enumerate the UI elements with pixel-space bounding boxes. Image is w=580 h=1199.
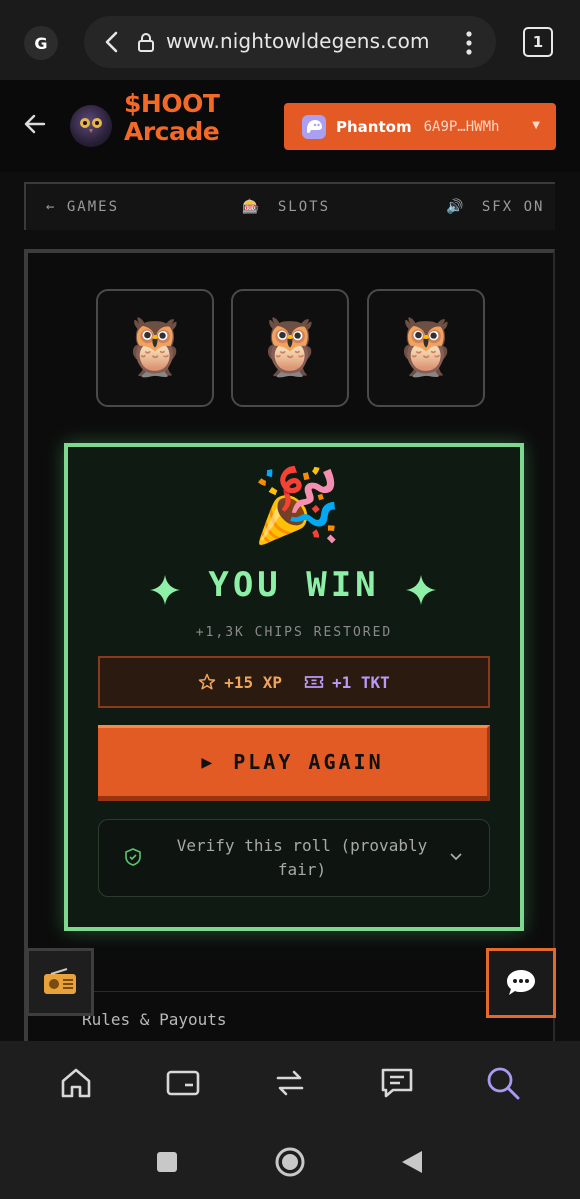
sfx-label: SFX ON	[481, 199, 545, 215]
chevron-down-icon: ▼	[532, 120, 540, 131]
ticket-reward: +1 TKT	[304, 673, 390, 692]
win-title: YOU WIN	[208, 565, 380, 605]
speaker-icon: 🔊	[446, 199, 464, 215]
shield-check-icon	[125, 848, 141, 866]
app-header: $HOOT Arcade Phantom 6A9P…HWMh ▼	[0, 80, 580, 172]
app-title-line1: $HOOT	[124, 89, 220, 118]
radio-icon	[44, 968, 76, 994]
sparkle-icon	[406, 575, 436, 605]
home-circle-icon[interactable]	[273, 1145, 307, 1179]
sfx-toggle[interactable]: 🔊 SFX ON	[446, 199, 544, 215]
party-popper-icon: 🎉	[252, 463, 342, 547]
url-text[interactable]: www.nightowldegens.com	[166, 29, 430, 53]
rules-payouts-label: Rules & Payouts	[82, 1010, 227, 1029]
swap-icon[interactable]	[272, 1065, 308, 1101]
rules-payouts-section[interactable]: Rules & Payouts	[28, 991, 553, 1045]
xp-reward-text: +15 XP	[224, 672, 282, 692]
wallet-button[interactable]: Phantom 6A9P…HWMh ▼	[284, 103, 556, 150]
slot-machine-panel: 🦉 🦉 🦉 🎉 YOU WIN +1,3K CHIPS RESTORED +15…	[24, 249, 555, 1041]
chevron-down-icon	[450, 853, 462, 861]
back-triangle-icon[interactable]	[400, 1149, 424, 1175]
owl-symbol: 🦉	[391, 315, 461, 380]
reel-2: 🦉	[231, 289, 349, 407]
win-subtitle: +1,3K CHIPS RESTORED	[195, 625, 393, 640]
chat-bubble-icon	[507, 970, 535, 995]
back-arrow-icon[interactable]	[24, 114, 46, 134]
search-icon[interactable]	[485, 1065, 521, 1101]
slots-label: SLOTS	[277, 199, 331, 215]
recents-icon[interactable]	[156, 1151, 178, 1173]
reel-3: 🦉	[367, 289, 485, 407]
app-title-line2: Arcade	[124, 117, 220, 146]
phantom-icon	[302, 114, 326, 139]
owl-symbol: 🦉	[255, 315, 325, 380]
wallet-name: Phantom	[336, 117, 412, 136]
profile-avatar[interactable]: G	[24, 26, 58, 60]
play-again-button[interactable]: ▶ PLAY AGAIN	[98, 725, 490, 801]
verify-roll-label: Verify this roll (provably fair)	[176, 836, 428, 879]
ticket-icon	[304, 676, 324, 688]
owl-symbol: 🦉	[120, 315, 190, 380]
home-icon[interactable]	[58, 1065, 94, 1101]
wallet-icon[interactable]	[165, 1065, 201, 1101]
slots-tab[interactable]: 🎰 SLOTS	[242, 199, 330, 215]
bottom-nav	[0, 1041, 580, 1135]
wallet-address: 6A9P…HWMh	[423, 118, 500, 135]
address-bar[interactable]: www.nightowldegens.com	[84, 16, 496, 68]
lock-icon[interactable]	[136, 31, 156, 53]
owl-logo	[70, 105, 112, 147]
verify-roll-toggle[interactable]: Verify this roll (provably fair)	[98, 819, 490, 897]
xp-reward: +15 XP	[198, 673, 282, 692]
app-title: $HOOT Arcade	[124, 89, 220, 146]
slot-machine-icon: 🎰	[242, 199, 260, 215]
tab-switcher-button[interactable]: 1	[523, 27, 553, 57]
radio-music-button[interactable]	[26, 948, 94, 1016]
back-icon[interactable]	[102, 30, 122, 54]
win-result-card: 🎉 YOU WIN +1,3K CHIPS RESTORED +15 XP +1…	[64, 443, 524, 931]
browser-toolbar: G www.nightowldegens.com 1	[0, 0, 580, 80]
ticket-reward-text: +1 TKT	[332, 672, 390, 692]
rewards-strip: +15 XP +1 TKT	[98, 656, 490, 708]
system-nav-bar	[0, 1135, 580, 1199]
games-back-link[interactable]: ← GAMES	[46, 199, 119, 215]
star-icon	[198, 673, 216, 690]
play-again-label: PLAY AGAIN	[233, 750, 384, 774]
chat-button[interactable]	[486, 948, 556, 1018]
more-vertical-icon[interactable]	[464, 30, 474, 56]
reel-1: 🦉	[96, 289, 214, 407]
play-icon: ▶	[201, 751, 216, 773]
game-nav-bar: ← GAMES 🎰 SLOTS 🔊 SFX ON	[24, 182, 555, 230]
chat-icon[interactable]	[379, 1065, 415, 1101]
